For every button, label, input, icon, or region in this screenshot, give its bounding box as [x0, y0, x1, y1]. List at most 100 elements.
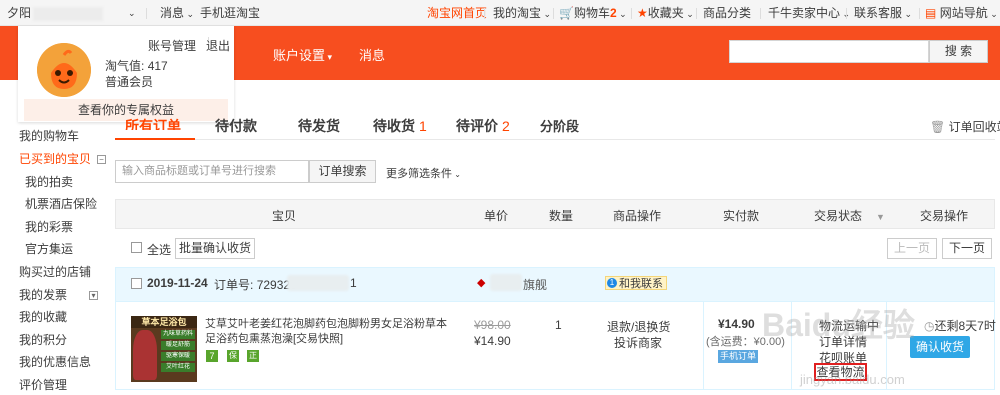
shield-icon[interactable]: 保	[227, 350, 239, 362]
next-page-button[interactable]: 下一页	[942, 238, 992, 259]
divider	[146, 8, 147, 19]
select-all-label: 全选	[147, 243, 172, 257]
col-qty: 数量	[549, 209, 574, 223]
sidebar-item-lottery[interactable]: 我的彩票	[25, 218, 73, 235]
thumb-line: 暖足舒筋	[161, 341, 195, 350]
my-taobao-link[interactable]: 我的淘宝 ⌄	[493, 0, 551, 26]
thumb-figure	[133, 330, 157, 380]
divider	[919, 8, 920, 19]
sidebar-item-reviews[interactable]: 评价管理	[19, 376, 67, 393]
messages-link[interactable]: 消息 ⌄	[160, 0, 194, 26]
collapse-icon[interactable]: −	[97, 155, 107, 165]
col-actions: 交易操作	[920, 209, 969, 223]
unit-price: ¥14.90	[474, 334, 511, 348]
sidebar-item-invoice[interactable]: 我的发票 ▾	[19, 286, 99, 303]
confirm-receipt-button[interactable]: 确认收货	[910, 336, 970, 358]
star-icon: ★	[637, 6, 648, 20]
tab-pending-receipt[interactable]: 待收货 1	[373, 116, 427, 136]
more-filters-link[interactable]: 更多筛选条件 ⌄	[386, 165, 461, 181]
sidebar-item-coupons[interactable]: 我的优惠信息	[19, 353, 91, 370]
recycle-bin-link[interactable]: 🗑 订单回收站	[930, 118, 1000, 135]
order-search-input[interactable]: 输入商品标题或订单号进行搜索	[115, 160, 309, 183]
genuine-icon[interactable]: 正	[247, 350, 259, 362]
shop-name-tail[interactable]: 旗舰	[523, 276, 547, 293]
divider	[553, 8, 554, 19]
tab-installment[interactable]: 分阶段	[540, 116, 579, 135]
order-number: 订单号: 729328	[214, 278, 297, 292]
seller-center-link[interactable]: 千牛卖家中心 ⌄	[768, 0, 850, 26]
refund-link[interactable]: 退款/退换货	[607, 318, 670, 335]
order-checkbox[interactable]	[131, 278, 142, 289]
thumb-line: 驱寒保暖	[161, 352, 195, 361]
chat-icon: 1	[607, 278, 617, 288]
sidebar-item-bought[interactable]: 已买到的宝贝 −	[19, 150, 107, 167]
divider	[703, 302, 704, 390]
mobile-order-badge: 手机订单	[718, 350, 758, 363]
tab-pending-payment[interactable]: 待付款	[215, 116, 257, 136]
chevron-down-icon[interactable]: ⌄	[128, 0, 136, 26]
customer-service-link[interactable]: 联系客服 ⌄	[854, 0, 912, 26]
categories-link[interactable]: 商品分类	[703, 0, 751, 26]
blurred-username	[33, 6, 104, 21]
home-link[interactable]: 淘宝网首页	[427, 0, 487, 26]
watermark-logo: Baidu经验	[762, 307, 915, 343]
mascot-icon	[37, 43, 91, 97]
seven-day-return-icon[interactable]: 7	[206, 350, 218, 362]
logout-link[interactable]: 退出	[206, 37, 230, 54]
col-status[interactable]: 交易状态 ▼	[814, 207, 885, 224]
divider	[846, 8, 847, 19]
complain-link[interactable]: 投诉商家	[614, 334, 662, 351]
snapshot-link: [交易快照]	[293, 333, 344, 345]
sidebar-item-tickets[interactable]: 机票酒店保险	[25, 195, 97, 212]
sidebar-item-shops[interactable]: 购买过的店铺	[19, 263, 91, 280]
sidebar-item-official[interactable]: 官方集运	[25, 240, 73, 257]
original-price: ¥98.00	[474, 318, 511, 332]
col-paid: 实付款	[723, 209, 760, 223]
batch-confirm-button[interactable]: 批量确认收货	[175, 238, 255, 259]
favorites-link[interactable]: ★收藏夹 ⌄	[637, 0, 694, 26]
tab-pending-review[interactable]: 待评价 2	[456, 116, 510, 136]
member-level: 普通会员	[105, 75, 154, 89]
shop-icon[interactable]: ◆	[477, 276, 485, 289]
cart-link[interactable]: 🛒购物车2 ⌄	[559, 0, 627, 26]
col-operations: 商品操作	[613, 209, 662, 223]
header-messages-link[interactable]: 消息	[359, 45, 385, 64]
select-all-checkbox[interactable]	[131, 242, 142, 253]
quantity: 1	[555, 318, 562, 332]
search-input[interactable]	[729, 40, 929, 63]
divider	[760, 8, 761, 19]
blurred-shop-name	[490, 274, 522, 291]
site-nav-link[interactable]: ▤ 网站导航 ⌄	[925, 0, 998, 26]
tab-all-orders[interactable]: 所有订单	[125, 116, 181, 130]
product-thumbnail[interactable]: 草本足浴包 九味草药料 暖足舒筋 驱寒保暖 艾叶红花	[131, 316, 197, 382]
mobile-taobao-link[interactable]: 手机逛淘宝	[200, 0, 260, 26]
clock-icon: ◷	[924, 319, 935, 333]
username-link[interactable]: 夕阳	[7, 0, 104, 26]
order-search-button[interactable]: 订单搜索	[309, 160, 376, 183]
taoqi-label: 淘气值: 417	[105, 59, 168, 73]
product-title[interactable]: 艾草艾叶老姜红花泡脚药包泡脚粉男女足浴粉草本足浴药包熏蒸泡澡[交易快照]	[205, 317, 450, 347]
expand-icon[interactable]: ▾	[89, 291, 99, 301]
chat-button[interactable]: 1 和我联系	[605, 276, 667, 290]
sidebar-item-auctions[interactable]: 我的拍卖	[25, 173, 73, 190]
divider	[696, 8, 697, 19]
sidebar-item-favorites[interactable]: 我的收藏	[19, 308, 67, 325]
prev-page-button[interactable]: 上一页	[887, 238, 937, 259]
user-popup: 账号管理 退出 淘气值: 417 普通会员 查看你的专属权益	[18, 26, 234, 122]
account-settings-link[interactable]: 账户设置 ▾	[273, 45, 332, 64]
menu-icon: ▤	[925, 6, 937, 20]
thumb-line: 艾叶红花	[161, 363, 195, 372]
account-management-link[interactable]: 账号管理	[148, 37, 196, 54]
remaining-time: ◷还剩8天7时	[924, 319, 996, 333]
sidebar-item-cart[interactable]: 我的购物车	[19, 127, 79, 144]
trash-icon: 🗑	[930, 120, 946, 134]
sidebar-item-points[interactable]: 我的积分	[19, 331, 67, 348]
col-price: 单价	[484, 209, 509, 223]
avatar[interactable]	[37, 43, 91, 97]
search-button[interactable]: 搜 索	[929, 40, 988, 63]
divider	[631, 8, 632, 19]
cart-icon: 🛒	[559, 6, 574, 20]
tab-pending-shipment[interactable]: 待发货	[298, 116, 340, 136]
dropdown-arrow-icon[interactable]: ▼	[876, 212, 885, 222]
watermark-url: jingyan.baidu.com	[800, 372, 905, 387]
